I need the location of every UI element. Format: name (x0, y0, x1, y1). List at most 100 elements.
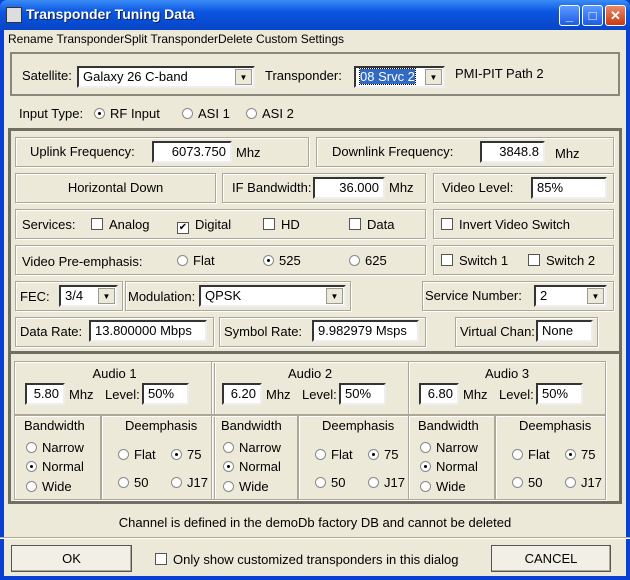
virtual-chan-input[interactable]: None (536, 320, 593, 342)
menu-split-transponder[interactable]: Split Transponder (124, 30, 218, 48)
radio-label: 625 (365, 253, 387, 268)
radio-deemph-flat[interactable]: Flat (118, 447, 156, 462)
title-bar[interactable]: Transponder Tuning Data _ □ ✕ (0, 0, 630, 30)
radio-label: 75 (187, 447, 202, 462)
radio-narrow[interactable]: Narrow (420, 440, 478, 455)
radio-icon (420, 481, 431, 492)
radio-icon (177, 255, 188, 266)
if-bandwidth-label: IF Bandwidth: (232, 180, 312, 195)
audio-frequency-input[interactable]: 5.80 (25, 383, 65, 405)
maximize-button[interactable]: □ (582, 5, 603, 26)
radio-525[interactable]: 525 (263, 253, 301, 268)
transponder-select[interactable]: 08 Srvc 2 ▼ (354, 66, 445, 88)
uplink-input[interactable]: 6073.750 (152, 141, 232, 163)
radio-normal[interactable]: Normal (420, 459, 478, 474)
downlink-input[interactable]: 3848.8 (480, 141, 545, 163)
radio-rf-input[interactable]: RF Input (94, 106, 160, 121)
radio-deemph-75[interactable]: 75 (171, 447, 201, 462)
transponder-value: 08 Srvc 2 (359, 68, 416, 85)
radio-label: Flat (528, 447, 550, 462)
symbol-rate-input[interactable]: 9.982979 Msps (312, 320, 419, 342)
satellite-value: Galaxy 26 C-band (83, 69, 188, 84)
radio-deemph-50[interactable]: 50 (315, 475, 345, 490)
chevron-down-icon[interactable]: ▼ (425, 69, 442, 85)
menu-rename-transponder[interactable]: Rename Transponder (8, 30, 124, 48)
audio-level-input[interactable]: 50% (536, 383, 583, 405)
radio-normal[interactable]: Normal (223, 459, 281, 474)
radio-deemph-50[interactable]: 50 (512, 475, 542, 490)
checkbox-data[interactable]: Data (349, 217, 394, 232)
radio-label: 525 (279, 253, 301, 268)
chevron-down-icon[interactable]: ▼ (98, 288, 115, 304)
checkbox-label: Data (367, 217, 395, 232)
modulation-select[interactable]: QPSK ▼ (199, 285, 346, 307)
radio-asi1[interactable]: ASI 1 (182, 106, 230, 121)
audio-mhz-unit: Mhz (69, 387, 94, 402)
data-rate-input[interactable]: 13.800000 Mbps (89, 320, 207, 342)
radio-deemph-flat[interactable]: Flat (512, 447, 550, 462)
audio-level-input[interactable]: 50% (142, 383, 189, 405)
satellite-select[interactable]: Galaxy 26 C-band ▼ (77, 66, 255, 88)
radio-label: Narrow (436, 440, 478, 455)
close-button[interactable]: ✕ (605, 5, 626, 26)
checkbox-analog[interactable]: Analog (91, 217, 149, 232)
audio-level-input[interactable]: 50% (339, 383, 386, 405)
fec-select[interactable]: 3/4 ▼ (59, 285, 118, 307)
radio-narrow[interactable]: Narrow (223, 440, 281, 455)
checkbox-switch2[interactable]: Switch 2 (528, 253, 595, 268)
radio-icon (315, 449, 326, 460)
radio-deemph-75[interactable]: 75 (565, 447, 595, 462)
checkbox-label: Switch 1 (459, 253, 509, 268)
checkbox-only-custom[interactable]: Only show customized transponders in thi… (155, 552, 458, 567)
ok-button[interactable]: OK (11, 545, 132, 572)
radio-label: ASI 2 (262, 106, 294, 121)
radio-wide[interactable]: Wide (223, 479, 269, 494)
audio-title: Audio 3 (484, 366, 530, 381)
radio-flat[interactable]: Flat (177, 253, 215, 268)
checkbox-invert-video[interactable]: Invert Video Switch (441, 217, 570, 232)
radio-icon (512, 449, 523, 460)
radio-narrow[interactable]: Narrow (26, 440, 84, 455)
radio-icon (26, 481, 37, 492)
satellite-label: Satellite: (22, 68, 72, 83)
menu-delete-custom-settings[interactable]: Delete Custom Settings (218, 30, 344, 48)
checkbox-switch1[interactable]: Switch 1 (441, 253, 508, 268)
radio-normal[interactable]: Normal (26, 459, 84, 474)
radio-wide[interactable]: Wide (26, 479, 72, 494)
radio-deemph-j17[interactable]: J17 (368, 475, 405, 490)
radio-625[interactable]: 625 (349, 253, 387, 268)
chevron-down-icon[interactable]: ▼ (235, 69, 252, 85)
cancel-button[interactable]: CANCEL (491, 545, 611, 572)
radio-icon (182, 108, 193, 119)
audio-frequency-input[interactable]: 6.80 (419, 383, 459, 405)
checkbox-label: Analog (109, 217, 150, 232)
fec-value: 3/4 (65, 288, 84, 303)
uplink-unit: Mhz (236, 145, 261, 160)
checkbox-hd[interactable]: HD (263, 217, 300, 232)
chevron-down-icon[interactable]: ▼ (587, 288, 604, 304)
chevron-down-icon[interactable]: ▼ (326, 288, 343, 304)
radio-deemph-flat[interactable]: Flat (315, 447, 353, 462)
checkbox-label: HD (281, 217, 300, 232)
radio-deemph-j17[interactable]: J17 (171, 475, 208, 490)
radio-icon (565, 477, 576, 488)
radio-label: J17 (581, 475, 602, 490)
audio-bandwidth-label: Bandwidth (24, 418, 85, 433)
radio-deemph-75[interactable]: 75 (368, 447, 398, 462)
if-bandwidth-input[interactable]: 36.000 (313, 177, 385, 199)
radio-deemph-50[interactable]: 50 (118, 475, 148, 490)
radio-label: 75 (384, 447, 399, 462)
radio-asi2[interactable]: ASI 2 (246, 106, 294, 121)
service-number-select[interactable]: 2 ▼ (534, 285, 607, 307)
radio-icon (171, 477, 182, 488)
radio-label: 50 (528, 475, 543, 490)
radio-wide[interactable]: Wide (420, 479, 466, 494)
checkbox-label: Digital (195, 217, 232, 232)
radio-deemph-j17[interactable]: J17 (565, 475, 602, 490)
checkbox-icon (263, 218, 275, 230)
radio-label: Wide (436, 479, 466, 494)
video-level-input[interactable]: 85% (531, 177, 607, 199)
audio-frequency-input[interactable]: 6.20 (222, 383, 262, 405)
minimize-button[interactable]: _ (559, 5, 580, 26)
checkbox-digital[interactable]: ✔ Digital (177, 217, 231, 234)
